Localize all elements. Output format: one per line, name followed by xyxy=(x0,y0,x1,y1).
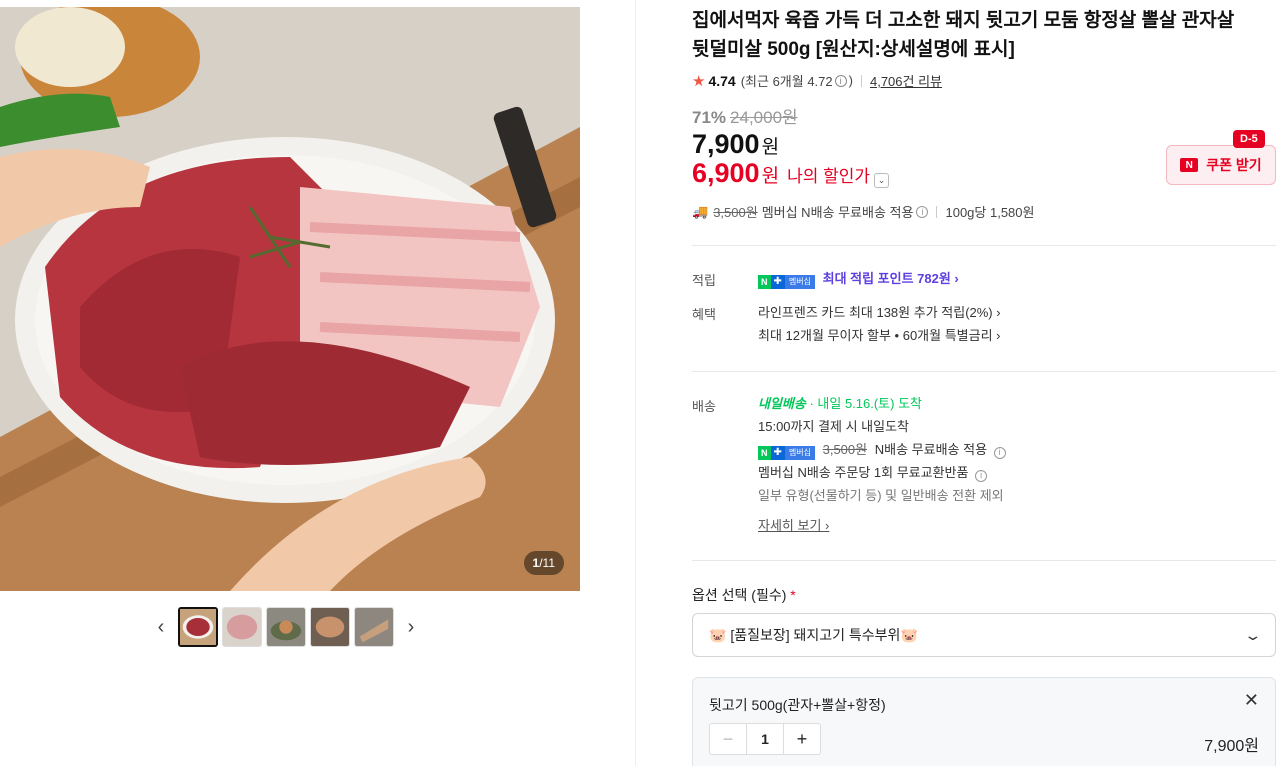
thumbnail-image xyxy=(311,608,349,646)
price-currency: 원 xyxy=(761,137,780,158)
required-mark: * xyxy=(790,587,796,603)
option-selected-value: 🐷 [품질보장] 돼지고기 특수부위🐷 xyxy=(709,627,918,643)
my-discount-price: 6,900 xyxy=(692,158,760,188)
option-label: 옵션 선택 (필수) * xyxy=(692,587,796,603)
points-label: 적립 xyxy=(692,273,716,288)
product-gallery: 1/11 ‹ › xyxy=(0,0,636,766)
product-title: 집에서먹자 육즙 가득 더 고소한 돼지 뒷고기 모둠 항정살 뽈살 관자살 뒷… xyxy=(692,10,1235,60)
recent-rating-close: ) xyxy=(848,73,853,88)
product-info: 집에서먹자 육즙 가득 더 고소한 돼지 뒷고기 모둠 항정살 뽈살 관자살 뒷… xyxy=(692,0,1276,766)
chevron-down-icon[interactable]: ⌄ xyxy=(874,173,889,188)
info-icon[interactable]: i xyxy=(993,446,1006,459)
info-icon[interactable]: i xyxy=(834,74,847,87)
points-text: 최대 적립 포인트 782원 › xyxy=(822,271,959,286)
thumbnail-1[interactable] xyxy=(178,607,218,647)
quantity-increase-button[interactable]: + xyxy=(784,724,820,754)
points-content[interactable]: N ✚ 멤버십 최대 적립 포인트 782원 › xyxy=(758,267,959,290)
delivery-free-text: N배송 무료배송 적용 xyxy=(874,442,988,457)
review-count-link[interactable]: 4,706건 리뷰 xyxy=(870,71,942,90)
next-image-button[interactable]: › xyxy=(398,607,424,647)
thumbnail-strip: ‹ › xyxy=(148,607,424,647)
coupon-label: 쿠폰 받기 xyxy=(1206,157,1262,173)
selected-option-box: 뒷고기 500g(관자+뽈살+항정) ✕ − 1 + 7,900원 xyxy=(692,677,1276,766)
thumbnail-image xyxy=(180,609,216,645)
coupon-dday-badge: D-5 xyxy=(1233,130,1265,148)
price-row: 7,900 원 xyxy=(692,129,779,160)
shipping-original-fee: 3,500원 xyxy=(713,205,758,220)
rating-row: ★ 4.74 (최근 6개월 4.72 i ) 4,706건 리뷰 xyxy=(692,71,942,90)
delivery-label: 배송 xyxy=(692,399,716,414)
delivery-return-text: 멤버십 N배송 주문당 1회 무료교환반품 xyxy=(758,465,969,480)
info-icon[interactable]: i xyxy=(975,469,988,482)
discount-row: 71% 24,000원 xyxy=(692,103,798,128)
thumbnail-4[interactable] xyxy=(310,607,350,647)
benefit-installment-link[interactable]: 최대 12개월 무이자 할부 • 60개월 특별금리 › xyxy=(758,324,1001,347)
shipping-text: 멤버십 N배송 무료배송 적용 xyxy=(761,205,914,220)
thumbnail-5[interactable] xyxy=(354,607,394,647)
original-price: 24,000원 xyxy=(730,108,798,127)
thumbnail-2[interactable] xyxy=(222,607,262,647)
naver-n-icon: N xyxy=(1180,158,1199,172)
quantity-decrease-button[interactable]: − xyxy=(710,724,746,754)
meat-platter-image xyxy=(0,7,580,591)
naver-plus-membership-badge: N ✚ 멤버십 xyxy=(758,446,815,460)
thumbnail-image xyxy=(223,608,261,646)
prev-image-button[interactable]: ‹ xyxy=(148,607,174,647)
my-price-row: 6,900 원 나의 할인가 ⌄ xyxy=(692,158,889,189)
sale-price: 7,900 xyxy=(692,129,760,159)
close-icon[interactable]: ✕ xyxy=(1244,690,1259,711)
selected-item-name: 뒷고기 500g(관자+뽈살+항정) xyxy=(709,697,886,713)
delivery-exclusion: 일부 유형(선물하기 등) 및 일반배송 전환 제외 xyxy=(758,488,1004,503)
arrival-date: · 내일 5.16.(토) 도착 xyxy=(809,396,923,411)
section-divider xyxy=(692,371,1276,372)
thumbnail-image xyxy=(355,608,393,646)
quantity-stepper: − 1 + xyxy=(709,723,821,755)
delivery-more-link[interactable]: 자세히 보기 › xyxy=(758,514,1006,537)
quantity-value[interactable]: 1 xyxy=(746,724,784,754)
thumbnail-3[interactable] xyxy=(266,607,306,647)
star-icon: ★ xyxy=(692,72,706,90)
info-icon[interactable]: i xyxy=(916,205,929,218)
benefit-label: 혜택 xyxy=(692,307,716,322)
recent-rating: (최근 6개월 4.72 xyxy=(740,74,833,89)
divider xyxy=(860,74,862,87)
my-discount-label: 나의 할인가 xyxy=(787,167,870,186)
rating-score: 4.74 xyxy=(708,72,736,89)
section-divider xyxy=(692,245,1276,246)
shipping-summary: 🚚 3,500원 멤버십 N배송 무료배송 적용 i 100g당 1,580원 xyxy=(692,202,1034,221)
thumbnail-image xyxy=(267,608,305,646)
delivery-content: 내일배송 · 내일 5.16.(토) 도착 15:00까지 결제 시 내일도착 … xyxy=(758,392,1006,537)
option-select[interactable]: 🐷 [품질보장] 돼지고기 특수부위🐷 ⌄ xyxy=(692,613,1276,657)
main-product-image[interactable]: 1/11 xyxy=(0,7,580,591)
chevron-down-icon: ⌄ xyxy=(1243,626,1263,643)
delivery-original-fee: 3,500원 xyxy=(822,442,868,457)
truck-icon: 🚚 xyxy=(692,203,709,219)
benefit-card-link[interactable]: 라인프렌즈 카드 최대 138원 추가 적립(2%) › xyxy=(758,301,1001,324)
coupon-button[interactable]: N 쿠폰 받기 xyxy=(1166,145,1276,185)
unit-price: 100g당 1,580원 xyxy=(945,205,1035,220)
benefit-content: 라인프렌즈 카드 최대 138원 추가 적립(2%) › 최대 12개월 무이자… xyxy=(758,301,1001,347)
delivery-cutoff: 15:00까지 결제 시 내일도착 xyxy=(758,419,910,434)
selected-item-price: 7,900원 xyxy=(1204,738,1259,755)
naver-plus-membership-badge: N ✚ 멤버십 xyxy=(758,275,815,289)
my-price-currency: 원 xyxy=(761,166,780,187)
discount-rate: 71% xyxy=(692,108,727,127)
tomorrow-delivery-logo: 내일배송 xyxy=(758,396,806,411)
image-counter: 1/11 xyxy=(523,551,564,575)
section-divider xyxy=(692,560,1276,561)
divider xyxy=(936,205,938,218)
